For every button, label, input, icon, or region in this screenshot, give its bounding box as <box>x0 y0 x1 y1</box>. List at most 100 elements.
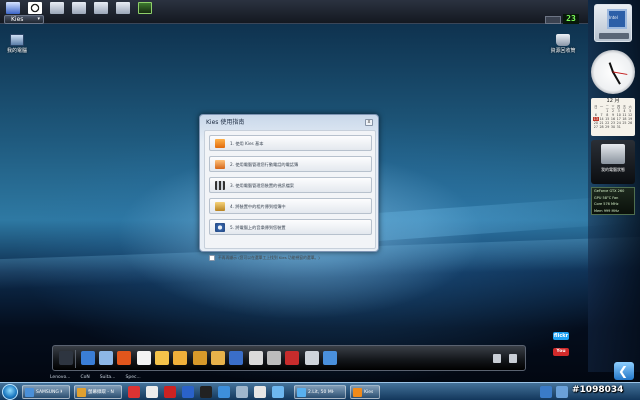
top-app-bar: Kies ▾ 23 <box>0 0 588 24</box>
photos-icon[interactable] <box>211 351 225 365</box>
guide-item-label: 1. 使用 Kies 基本 <box>230 141 264 146</box>
mail-icon[interactable] <box>155 351 169 365</box>
dialog-panel: 1. 使用 Kies 基本 2. 使用電腦管理您行動電話的電話簿 3. 使用電腦… <box>204 130 376 261</box>
film-reel-icon[interactable] <box>249 351 263 365</box>
sync-icon <box>215 223 225 232</box>
cpu-gadget[interactable]: Intel <box>594 4 632 42</box>
windows-taskbar: SAMSUNG Kies... 螢幕擷取 - Nicoli... 2.Lit, … <box>0 382 640 400</box>
phone-contacts-icon <box>215 160 225 169</box>
app-dock <box>52 345 526 371</box>
taskbar-button-label: SAMSUNG Kies... <box>36 390 62 395</box>
checkbox-label: 不再再顯示 (您可以在選單工上找到 Kies 功能視窗的選單。) <box>218 255 320 260</box>
start-button[interactable] <box>2 384 18 400</box>
tray-icon[interactable] <box>556 386 568 398</box>
settings-icon[interactable] <box>305 351 319 365</box>
dont-show-again-checkbox[interactable] <box>209 255 215 261</box>
pinned-app-icon[interactable] <box>182 386 194 398</box>
taskbar-button-screenshot[interactable]: 螢幕擷取 - Nicoli... <box>74 385 122 399</box>
taskbar-button-network[interactable]: 2.Lit, 50 MHz S... <box>294 385 346 399</box>
kies-guide-dialog: Kies 使用指南 x 1. 使用 Kies 基本 2. 使用電腦管理您行動電話… <box>199 114 379 261</box>
windows-logo-icon[interactable] <box>6 2 20 14</box>
pen-icon[interactable] <box>59 351 73 365</box>
quick-launch-label[interactable]: Spec... <box>125 375 140 380</box>
printer-gadget-label: 我的電腦狀態 <box>601 167 625 172</box>
app-tab-label: Kies <box>11 16 24 23</box>
dialog-title: Kies 使用指南 <box>206 119 245 126</box>
windows-flag-icon[interactable] <box>81 351 95 365</box>
guide-item-label: 2. 使用電腦管理您行動電話的電話簿 <box>230 162 299 167</box>
drive-icon[interactable] <box>72 2 86 14</box>
quick-launch-labels: Lenovo... CoN Suita... Spec... <box>50 375 141 380</box>
gpu-gadget[interactable]: GeForce GTX 260 GPU 58°C Fan Core 576 MH… <box>591 187 635 215</box>
calendar-grid: 日一二三四五六 1 2 3 4 5 6 7 8 9 10 11 12 13 14 15 16 17 18 19 20 21… <box>591 105 635 129</box>
clock-gadget[interactable] <box>591 50 635 94</box>
taskbar-button-label: 螢幕擷取 - Nicoli... <box>88 390 114 395</box>
pinned-app-icon[interactable] <box>236 386 248 398</box>
youtube-widget[interactable]: You <box>553 348 569 356</box>
quick-launch-label[interactable]: Lenovo... <box>50 375 70 380</box>
taskbar-button-kies-app[interactable]: Kies <box>350 385 380 399</box>
notes-icon[interactable] <box>173 351 187 365</box>
guide-item-music[interactable]: 5. 將電腦上的音樂傳到您裝置 <box>209 219 372 235</box>
desktop-icon-recycle-bin[interactable]: 資源回收筒 <box>546 34 580 54</box>
media-player-icon[interactable] <box>28 2 42 14</box>
printer-icon <box>601 144 625 164</box>
active-app-tab[interactable]: Kies ▾ <box>4 15 44 24</box>
guide-item-videos[interactable]: 3. 使用電腦管理您裝置的視訊檔案 <box>209 177 372 193</box>
calendar-month: 12 月 <box>606 98 620 104</box>
calendar-icon[interactable] <box>137 351 151 365</box>
pinned-app-icon[interactable] <box>272 386 284 398</box>
globe-icon[interactable] <box>323 351 337 365</box>
guide-item-photos[interactable]: 4. 將裝置中的相片傳到相簿中 <box>209 198 372 214</box>
notes-icon[interactable] <box>116 2 130 14</box>
dock-separator <box>75 350 76 368</box>
kies-icon <box>353 388 362 397</box>
pinned-app-icon[interactable] <box>200 386 212 398</box>
watermark-text: #1098034 <box>572 385 624 395</box>
pinned-app-icon[interactable] <box>128 386 140 398</box>
document-icon[interactable] <box>50 2 64 14</box>
desktop-icon-label: 我的電腦 <box>6 48 27 54</box>
gadget-sidebar: Intel 12 月 日一二三四五六 1 2 3 4 5 6 7 8 9 10 11 12 13 14 15 1… <box>588 0 640 372</box>
film-icon <box>215 181 225 190</box>
app-icon <box>77 388 86 397</box>
pinned-app-icon[interactable] <box>254 386 266 398</box>
recycle-bin-icon <box>556 34 570 46</box>
gpu-monitor-icon[interactable] <box>138 2 152 14</box>
guide-item-contacts[interactable]: 2. 使用電腦管理您行動電話的電話簿 <box>209 156 372 172</box>
gear-icon[interactable] <box>509 354 517 363</box>
toolbar-toggle[interactable] <box>545 16 561 24</box>
app-icon <box>297 388 306 397</box>
trash-icon[interactable] <box>493 354 501 363</box>
media-icon[interactable] <box>229 351 243 365</box>
phone-icon[interactable] <box>117 351 131 365</box>
counter-display: 23 <box>563 14 579 24</box>
cpu-meter-bar <box>599 33 629 39</box>
close-button[interactable]: x <box>365 119 373 126</box>
guide-item-basics[interactable]: 1. 使用 Kies 基本 <box>209 135 372 151</box>
folder-icon[interactable] <box>193 351 207 365</box>
taskbar-button-kies[interactable]: SAMSUNG Kies... <box>22 385 70 399</box>
gamepad-icon[interactable] <box>267 351 281 365</box>
pinned-app-icon[interactable] <box>218 386 230 398</box>
chevron-down-icon: ▾ <box>37 16 40 22</box>
sailboat-icon[interactable] <box>99 351 113 365</box>
pinned-app-icon[interactable] <box>146 386 158 398</box>
flickr-widget[interactable]: flickr <box>553 332 569 340</box>
tray-icon[interactable] <box>540 386 552 398</box>
taskbar-button-label: 2.Lit, 50 MHz S... <box>308 390 334 395</box>
calendar-day[interactable] <box>627 125 633 129</box>
quick-launch-label[interactable]: CoN <box>80 375 89 380</box>
quick-launch-label[interactable]: Suita... <box>100 375 116 380</box>
toolbox-icon[interactable] <box>285 351 299 365</box>
calendar-gadget[interactable]: 12 月 日一二三四五六 1 2 3 4 5 6 7 8 9 10 11 12 13 14 15 16 17 18 1… <box>591 98 635 136</box>
guide-item-label: 4. 將裝置中的相片傳到相簿中 <box>230 204 286 209</box>
printer-gadget[interactable]: 我的電腦狀態 <box>591 140 635 184</box>
taskbar-button-label: Kies <box>364 390 374 395</box>
cpu-chip-label: Intel <box>609 15 618 20</box>
desktop-icon-computer[interactable]: 我的電腦 <box>0 34 34 54</box>
folder-icon[interactable] <box>94 2 108 14</box>
pinned-app-icon[interactable] <box>164 386 176 398</box>
back-widget[interactable]: ❮ <box>614 362 634 380</box>
guide-item-label: 5. 將電腦上的音樂傳到您裝置 <box>230 225 286 230</box>
